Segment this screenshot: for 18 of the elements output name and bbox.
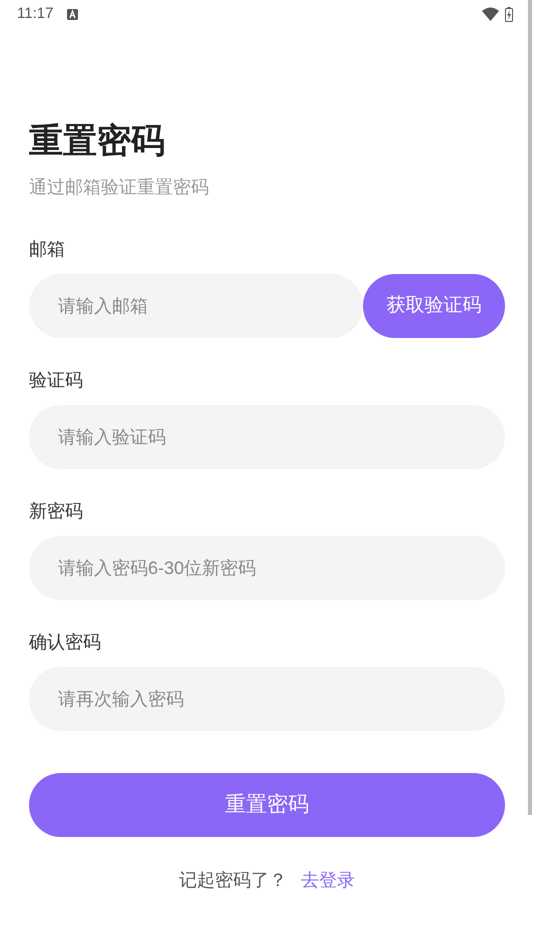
input-field[interactable]: 请输入验证码 <box>29 405 505 469</box>
status-time: 11:17 <box>17 4 54 24</box>
field-label: 邮箱 <box>29 238 66 261</box>
page-subtitle: 通过邮箱验证重置密码 <box>29 176 210 199</box>
page-title: 重置密码 <box>29 121 166 162</box>
input-field[interactable]: 请再次输入密码 <box>29 667 505 731</box>
field-label: 新密码 <box>29 500 84 523</box>
footer-text: 记起密码了？ <box>179 869 287 892</box>
input-field[interactable]: 请输入密码6-30位新密码 <box>29 536 505 600</box>
get-code-button[interactable]: 获取验证码 <box>363 274 505 338</box>
input-field[interactable]: 请输入邮箱 <box>29 274 363 338</box>
battery-icon <box>505 6 513 22</box>
field-label: 验证码 <box>29 369 84 392</box>
field-label: 确认密码 <box>29 631 102 654</box>
notification-icon <box>67 8 78 20</box>
reset-password-button[interactable]: 重置密码 <box>29 773 505 837</box>
login-link[interactable]: 去登录 <box>301 867 355 894</box>
wifi-icon <box>482 7 499 21</box>
